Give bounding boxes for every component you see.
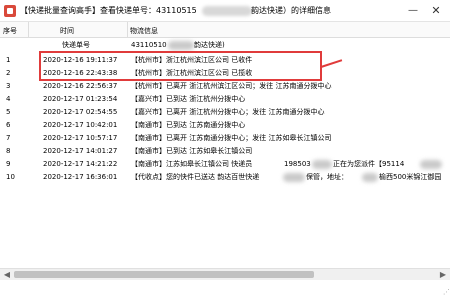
row-number: 2 xyxy=(6,69,11,77)
row-info-mid: 198503 xyxy=(284,160,311,168)
window-title-suffix: 韵达快递）的详细信息 xyxy=(251,6,331,15)
window-title: 【快递批量查询高手】查看快递单号：43110515 xyxy=(20,6,197,15)
row-time: 2020-12-17 02:54:55 xyxy=(43,108,118,116)
table-row[interactable]: 10 2020-12-17 16:36:01 【代收点】您的快件已送达 韵达百世… xyxy=(0,172,450,183)
redacted-region xyxy=(362,173,378,182)
table-row[interactable]: 9 2020-12-17 14:21:22 【南通市】江苏如皋长江镇公司 快递员… xyxy=(0,159,450,170)
row-number: 4 xyxy=(6,95,11,103)
row-time: 2020-12-16 22:56:37 xyxy=(43,82,118,90)
horizontal-scrollbar[interactable]: ◀ ▶ xyxy=(0,268,450,280)
column-divider[interactable] xyxy=(127,22,128,38)
header-seq[interactable]: 序号 xyxy=(3,26,17,36)
row-number: 6 xyxy=(6,121,11,129)
redacted-region xyxy=(283,173,305,182)
row-info-end: 正在为您派件【95114 xyxy=(333,160,405,168)
row-info: 【南通市】江苏如皋长江镇公司 快递员 xyxy=(131,160,253,168)
resize-grip-icon[interactable]: ⋰ xyxy=(440,288,450,300)
row-time: 2020-12-17 14:01:27 xyxy=(43,147,118,155)
highlight-box xyxy=(39,51,322,81)
tracking-label: 快递单号 xyxy=(62,41,90,49)
scroll-right-icon[interactable]: ▶ xyxy=(438,269,448,281)
row-info-mid: 保管，地址： xyxy=(306,173,348,181)
row-number: 10 xyxy=(6,173,15,181)
row-info: 【南通市】已到达 江苏如皋长江镇公司 xyxy=(131,147,253,155)
tracking-carrier: 韵达快递) xyxy=(194,41,225,49)
row-number: 1 xyxy=(6,56,11,64)
row-number: 5 xyxy=(6,108,11,116)
row-info: 【南通市】已离开 江苏南通分拨中心；发往 江苏如皋长江镇公司 xyxy=(131,134,332,142)
table-row[interactable]: 3 2020-12-16 22:56:37 【杭州市】已离开 浙江杭州滨江区公司… xyxy=(0,81,450,92)
row-number: 9 xyxy=(6,160,11,168)
row-info: 【代收点】您的快件已送达 韵达百世快递 xyxy=(131,173,260,181)
table-row[interactable]: 5 2020-12-17 02:54:55 【嘉兴市】已离开 浙江杭州分拨中心；… xyxy=(0,107,450,118)
header-time[interactable]: 时间 xyxy=(60,26,74,36)
row-number: 8 xyxy=(6,147,11,155)
tracking-number-row[interactable]: 快递单号 43110510 韵达快递) xyxy=(0,40,450,51)
row-number: 7 xyxy=(6,134,11,142)
tracking-number: 43110510 xyxy=(131,41,167,49)
row-info: 【嘉兴市】已到达 浙江杭州分拨中心 xyxy=(131,95,246,103)
table-row[interactable]: 8 2020-12-17 14:01:27 【南通市】已到达 江苏如皋长江镇公司 xyxy=(0,146,450,157)
row-info: 【南通市】已到达 江苏南通分拨中心 xyxy=(131,121,246,129)
redacted-region xyxy=(202,6,252,16)
app-icon xyxy=(4,5,16,17)
row-time: 2020-12-17 10:57:17 xyxy=(43,134,118,142)
table-row[interactable]: 6 2020-12-17 10:42:01 【南通市】已到达 江苏南通分拨中心 xyxy=(0,120,450,131)
redacted-region xyxy=(420,160,442,169)
redacted-region xyxy=(168,41,194,50)
table-header: 序号 时间 物流信息 xyxy=(0,22,450,38)
scroll-left-icon[interactable]: ◀ xyxy=(2,269,12,281)
table-row[interactable]: 4 2020-12-17 01:23:54 【嘉兴市】已到达 浙江杭州分拨中心 xyxy=(0,94,450,105)
row-time: 2020-12-17 10:42:01 xyxy=(43,121,118,129)
minimize-button[interactable]: — xyxy=(405,3,421,19)
row-number: 3 xyxy=(6,82,11,90)
title-bar: 【快递批量查询高手】查看快递单号：43110515 韵达快递）的详细信息 — ✕ xyxy=(0,0,450,22)
header-info[interactable]: 物流信息 xyxy=(130,26,158,36)
row-time: 2020-12-17 01:23:54 xyxy=(43,95,118,103)
row-time: 2020-12-17 14:21:22 xyxy=(43,160,118,168)
redacted-region xyxy=(312,160,332,169)
column-divider[interactable] xyxy=(28,22,29,38)
row-info: 【杭州市】已离开 浙江杭州滨江区公司；发往 江苏南通分拨中心 xyxy=(131,82,332,90)
row-time: 2020-12-17 16:36:01 xyxy=(43,173,118,181)
row-info: 【嘉兴市】已离开 浙江杭州分拨中心；发往 江苏南通分拨中心 xyxy=(131,108,325,116)
table-row[interactable]: 7 2020-12-17 10:57:17 【南通市】已离开 江苏南通分拨中心；… xyxy=(0,133,450,144)
close-button[interactable]: ✕ xyxy=(428,3,444,19)
scroll-thumb[interactable] xyxy=(14,271,314,278)
row-info-end: 榆西500米锦江御园 xyxy=(379,173,442,181)
